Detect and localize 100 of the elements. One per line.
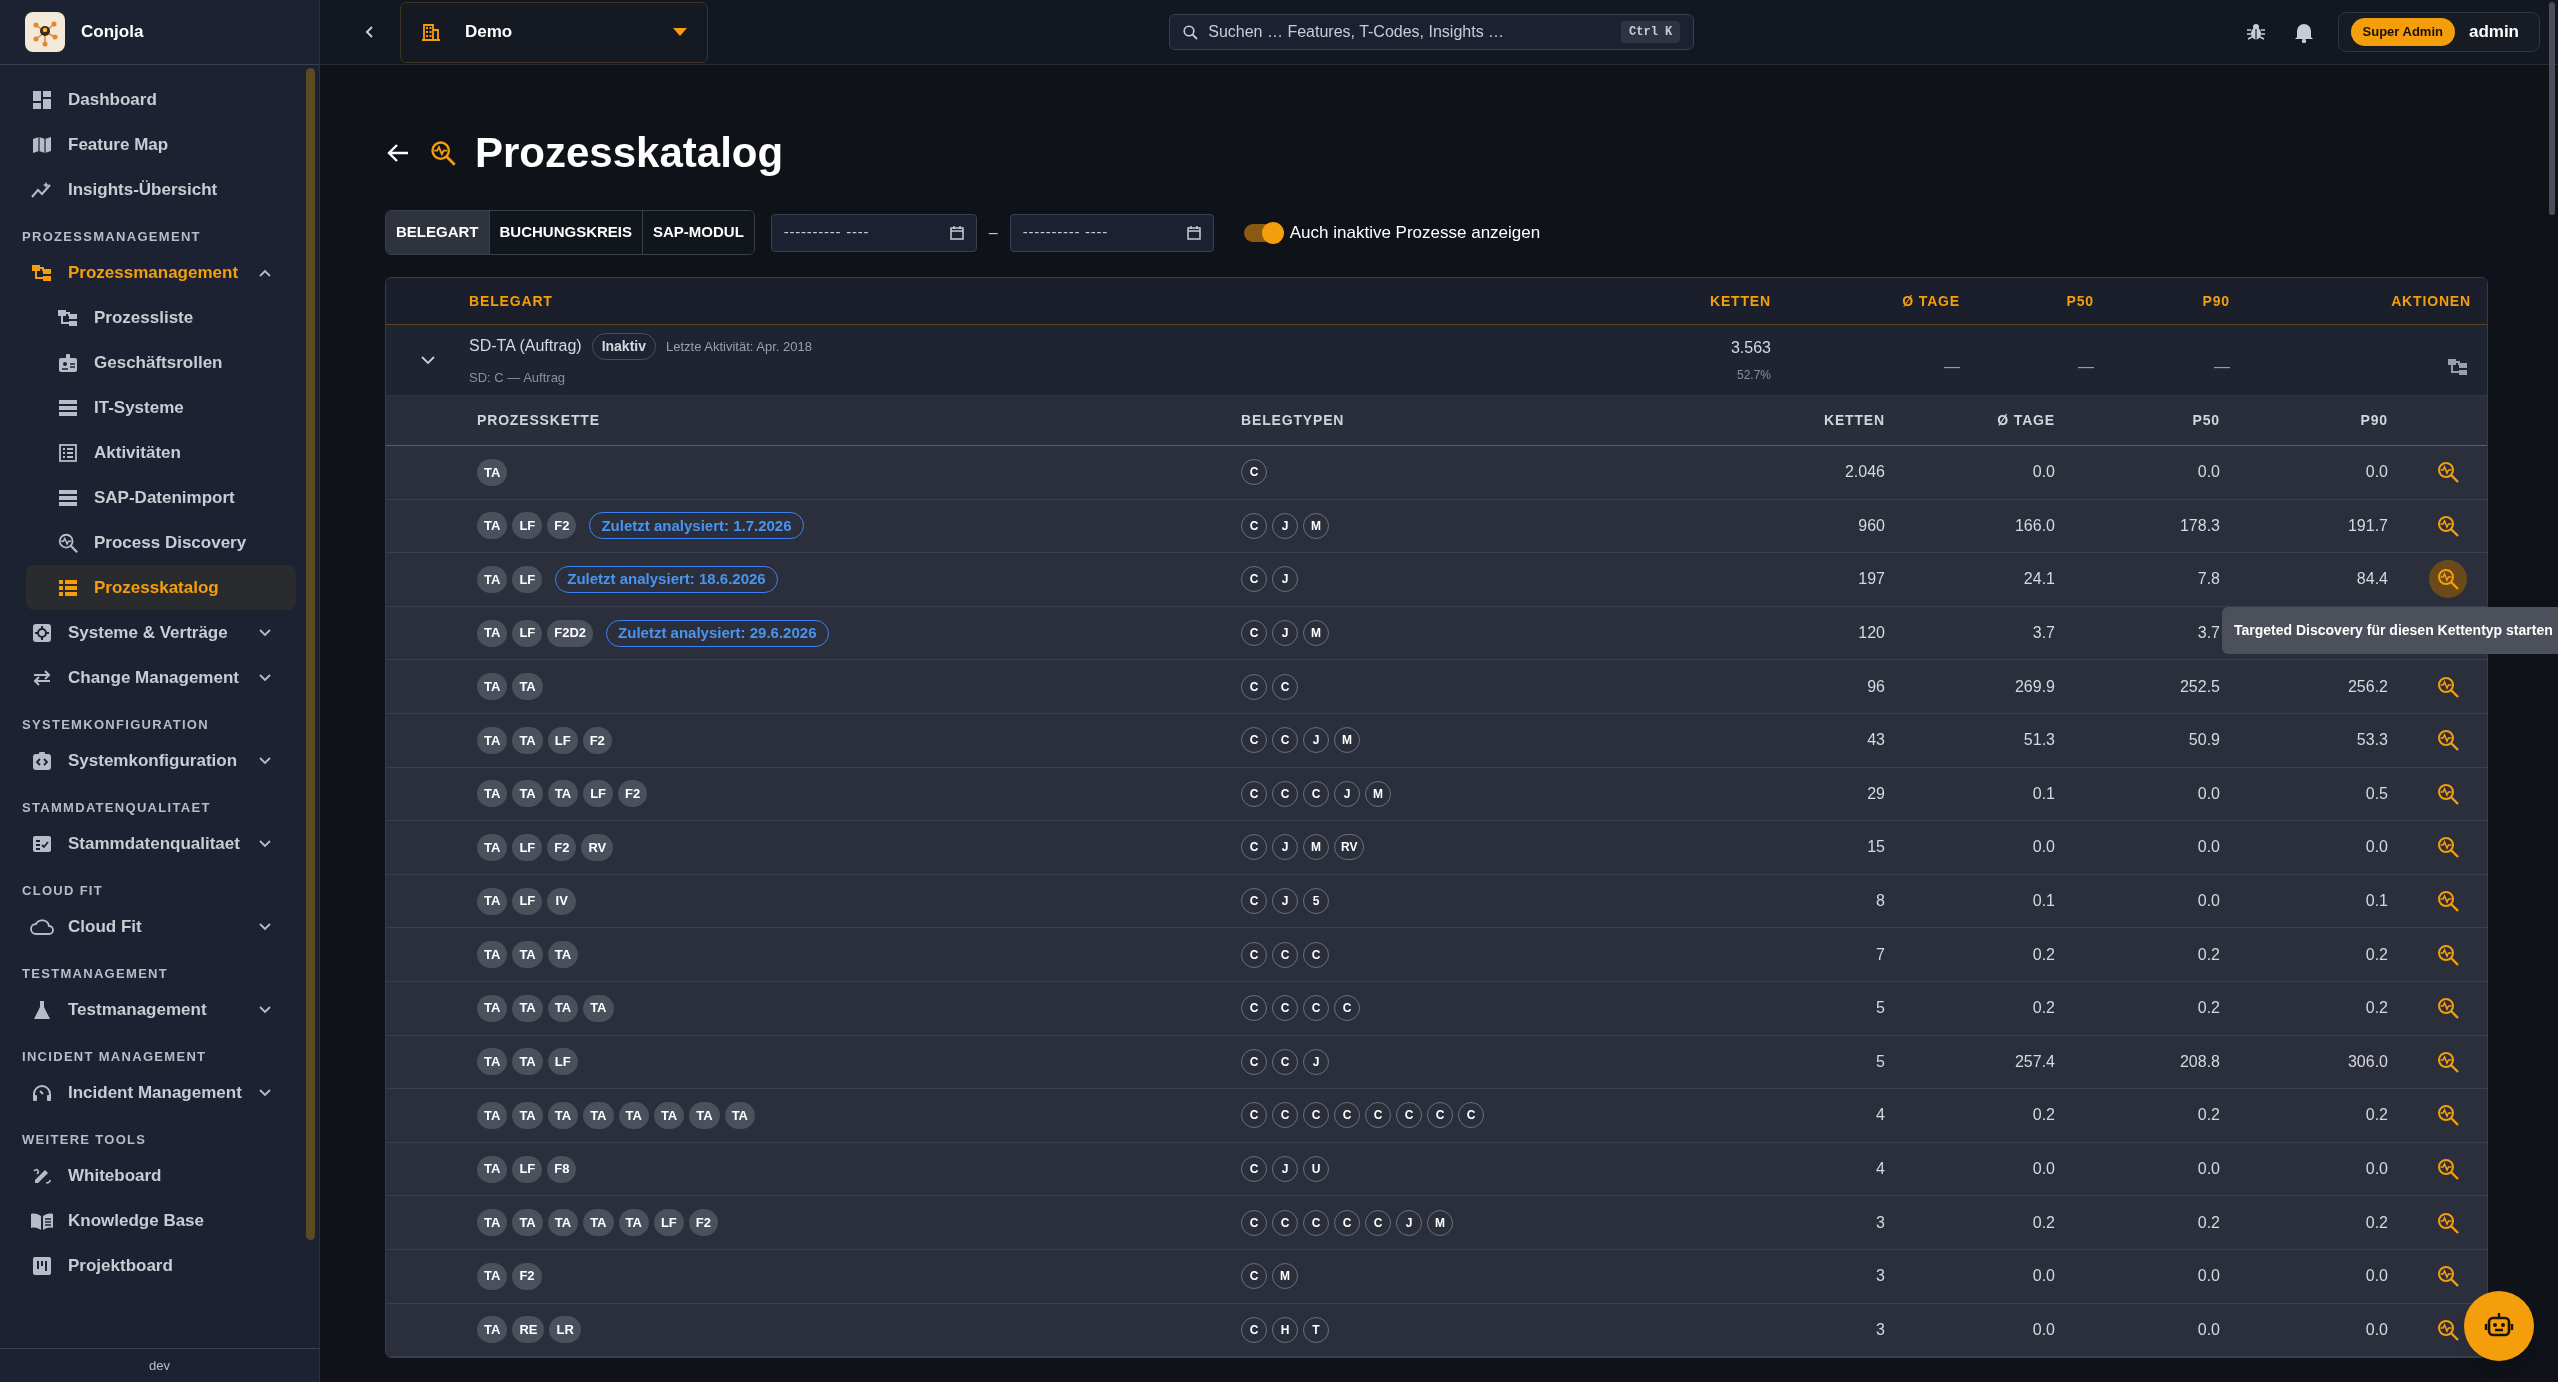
nav-group[interactable]: Change Management — [0, 655, 295, 700]
table-cell-text: 0.2 — [2196, 1105, 2220, 1126]
chevron-icon — [259, 673, 271, 682]
discovery-button[interactable] — [2428, 560, 2467, 599]
group-by-tab[interactable]: BUCHUNGSKREIS — [488, 211, 642, 254]
date-from-field[interactable]: ---------- ---- — [770, 213, 977, 252]
document-type-badge: TA — [477, 780, 508, 808]
group-by-tab[interactable]: BELEGART — [386, 211, 489, 254]
section-heading: CLOUD FIT — [21, 882, 105, 901]
document-type-badge: TA — [724, 1101, 755, 1129]
discovery-button[interactable] — [2435, 942, 2460, 967]
discovery-button[interactable] — [2435, 1049, 2460, 1074]
nav-item[interactable]: IT-Systeme — [26, 385, 296, 430]
column-header: BELEGTYPEN — [1241, 411, 1346, 430]
discovery-button[interactable] — [2435, 889, 2460, 914]
nav-item[interactable]: Prozesskatalog — [26, 565, 296, 610]
document-type-badge: TA — [477, 1048, 508, 1076]
table-cell-text: 5 — [1875, 1051, 1885, 1072]
nav-group[interactable]: Systemkonfiguration — [0, 738, 295, 783]
calendar-icon[interactable] — [1186, 225, 1201, 240]
table-cell-text: 0.0 — [2364, 837, 2388, 858]
column-header: P50 — [2191, 411, 2220, 430]
discovery-icon — [2435, 567, 2460, 592]
document-type-badge: TA — [477, 833, 508, 861]
group-by-tab[interactable]: SAP-MODUL — [642, 211, 754, 254]
chevron-icon — [259, 268, 271, 277]
table-cell-text: 3.7 — [2196, 623, 2220, 644]
workspace-dropdown[interactable]: Demo — [400, 1, 708, 63]
document-type-badge: F8 — [547, 1155, 577, 1183]
document-type-badge: TA — [477, 512, 508, 540]
column-header: P90 — [2359, 411, 2388, 430]
discovery-button[interactable] — [2435, 728, 2460, 753]
table-cell-text: 252.5 — [2178, 676, 2220, 697]
discovery-button[interactable] — [2435, 674, 2460, 699]
table-cell-text: 7 — [1875, 944, 1885, 965]
table-cell-text: 0.0 — [2031, 1159, 2055, 1179]
discovery-button[interactable] — [2435, 781, 2460, 806]
nav-item[interactable]: Dashboard — [0, 77, 295, 122]
document-type-badge: LF — [583, 780, 613, 808]
discovery-icon — [2435, 942, 2460, 967]
table-cell-text: 0.2 — [2031, 1105, 2055, 1126]
discovery-button[interactable] — [2435, 1103, 2460, 1128]
document-type-badge: TA — [477, 566, 508, 593]
table-cell-text: 0.0 — [2196, 1319, 2220, 1340]
table-cell-text: 15 — [1866, 837, 1885, 858]
nav-group[interactable]: Testmanagement — [0, 987, 295, 1032]
nav-item[interactable]: Knowledge Base — [0, 1198, 295, 1243]
cloud-icon — [30, 917, 54, 936]
nav-item[interactable]: SAP-Datenimport — [26, 475, 296, 520]
nav-item[interactable]: Projektboard — [0, 1243, 295, 1288]
document-type-badge: F2D2 — [547, 619, 594, 647]
hierarchy-icon[interactable] — [2447, 357, 2469, 377]
date-to-field[interactable]: ---------- ---- — [1009, 213, 1214, 252]
nav-group[interactable]: Stammdatenqualitaet — [0, 821, 295, 866]
table-cell-text: 0.2 — [2031, 1212, 2055, 1233]
discovery-button[interactable] — [2435, 996, 2460, 1021]
document-type-badge: TA — [618, 1101, 649, 1129]
bell-icon[interactable] — [2293, 21, 2314, 43]
scrollbar[interactable] — [2549, 2, 2555, 215]
document-type-badge: TA — [618, 1209, 649, 1237]
table-cell-text: 50.9 — [2187, 730, 2220, 751]
nav-group[interactable]: Cloud Fit — [0, 904, 295, 949]
user-menu[interactable]: Super Admin admin — [2337, 12, 2540, 52]
calendar-icon[interactable] — [949, 225, 964, 240]
nav-group[interactable]: Incident Management — [0, 1070, 295, 1115]
document-type-badge: F2 — [618, 780, 648, 808]
table-cell-text: 96 — [1866, 676, 1885, 697]
table-cell-text: 257.4 — [2013, 1051, 2055, 1072]
discovery-button[interactable] — [2435, 1264, 2460, 1289]
nav-item[interactable]: Whiteboard — [0, 1153, 295, 1198]
discovery-icon — [2435, 513, 2460, 538]
nav-item[interactable]: Insights-Übersicht — [0, 167, 295, 212]
discovery-button[interactable] — [2435, 1317, 2460, 1342]
nav-item[interactable]: Geschäftsrollen — [26, 340, 296, 385]
scrollbar[interactable] — [306, 68, 315, 1240]
role-badge: Super Admin — [2350, 18, 2455, 46]
table-cell-text: 0.1 — [2364, 891, 2388, 912]
nav-item[interactable]: Feature Map — [0, 122, 295, 167]
dashboard-icon — [30, 89, 54, 110]
table-cell-text: 0.2 — [2364, 1212, 2388, 1233]
hierarchy-icon — [30, 262, 54, 283]
discovery-icon — [2435, 835, 2460, 860]
nav-item[interactable]: Process Discovery — [26, 520, 296, 565]
bug-icon[interactable] — [2245, 22, 2266, 42]
discovery-button[interactable] — [2435, 513, 2460, 538]
discovery-button[interactable] — [2435, 460, 2460, 485]
nav-item[interactable]: Aktivitäten — [26, 430, 296, 475]
table-cell-text: 43 — [1866, 730, 1885, 751]
document-type-badge: TA — [547, 941, 579, 969]
shortcut-hint: Ctrl K — [1621, 21, 1681, 43]
table-cell-text: 0.2 — [2196, 1212, 2220, 1233]
map-icon — [30, 134, 54, 155]
discovery-button[interactable] — [2435, 1157, 2460, 1181]
nav-item[interactable]: Prozessliste — [26, 295, 296, 340]
discovery-button[interactable] — [2435, 1210, 2460, 1235]
nav-group[interactable]: Prozessmanagement — [0, 250, 295, 295]
nav-group[interactable]: Systeme & Verträge — [0, 610, 295, 655]
table-cell-text: 0.0 — [2031, 462, 2055, 483]
discovery-button[interactable] — [2435, 835, 2460, 860]
expand-toggle[interactable] — [420, 355, 435, 365]
